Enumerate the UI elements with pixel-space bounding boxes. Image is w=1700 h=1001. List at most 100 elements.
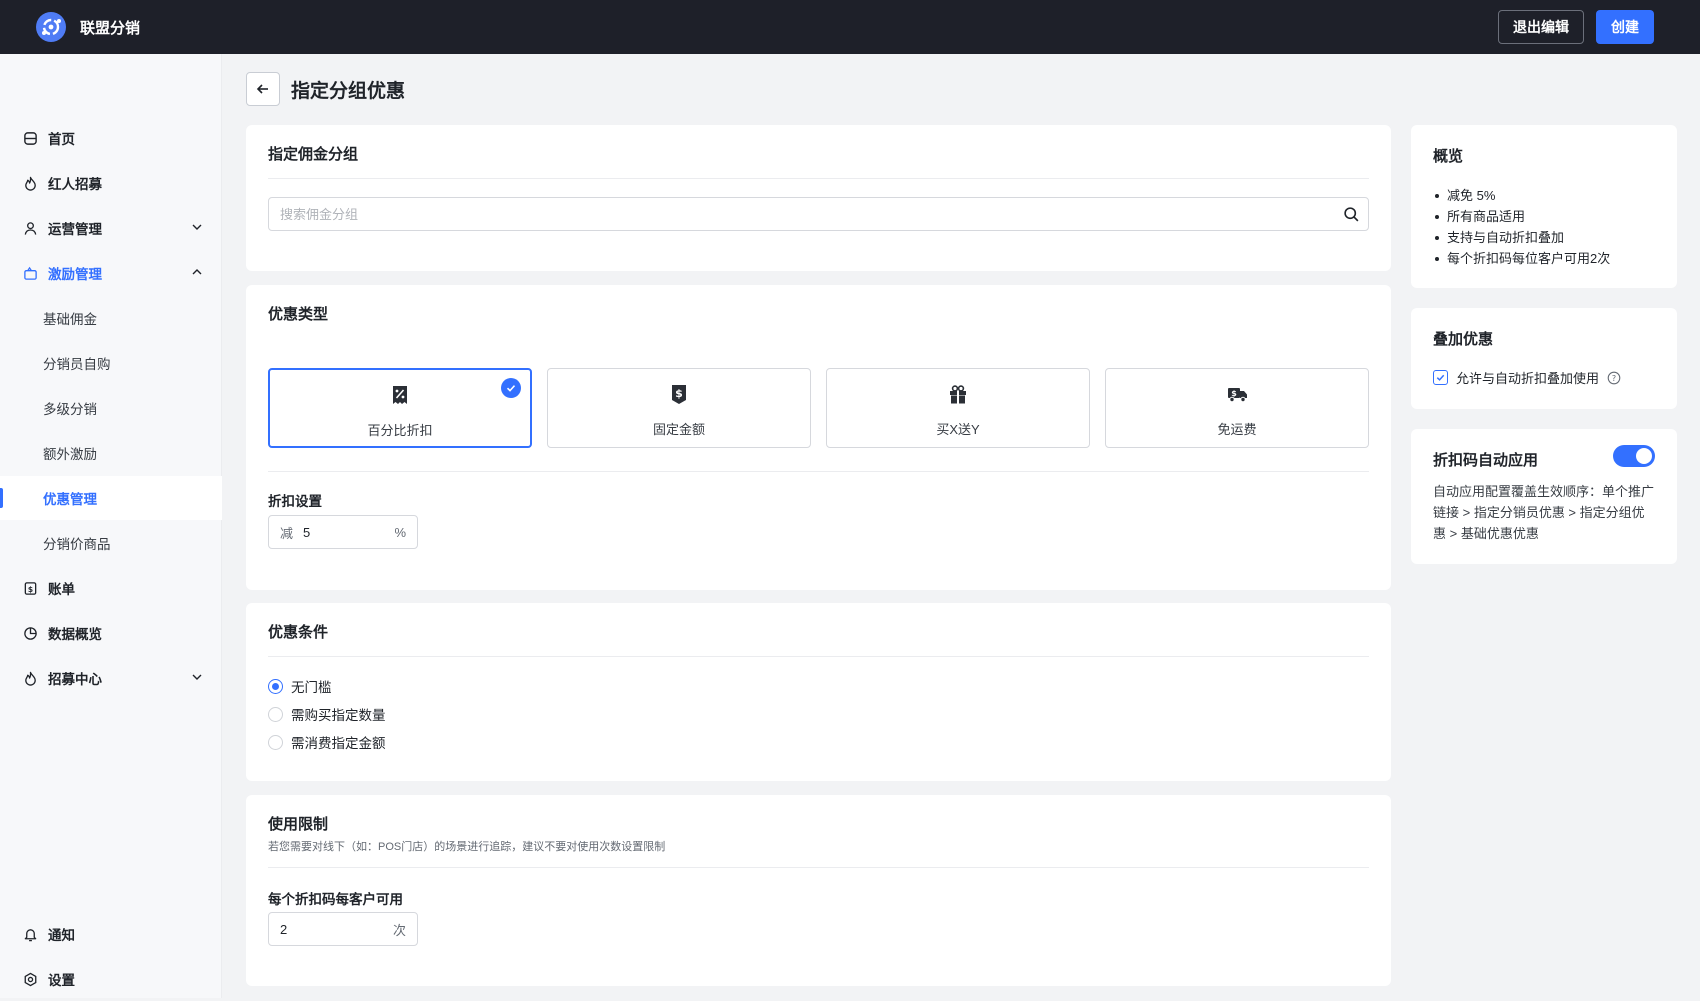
divider [268, 471, 1369, 472]
discount-value: 5 [303, 524, 311, 540]
per-customer-value: 2 [280, 921, 288, 937]
discount-type-buy-x-get-y[interactable]: 买X送Y [826, 368, 1090, 448]
divider [268, 867, 1369, 868]
per-customer-label: 每个折扣码每客户可用 [268, 892, 403, 907]
discount-type-fixed-amount[interactable]: $ 固定金额 [547, 368, 811, 448]
auto-apply-description: 自动应用配置覆盖生效顺序：单个推广链接 > 指定分销员优惠 > 指定分组优惠 >… [1433, 484, 1655, 541]
sidebar-item-settings[interactable]: 设置 [0, 957, 222, 1001]
auto-apply-panel: 折扣码自动应用 自动应用配置覆盖生效顺序：单个推广链接 > 指定分销员优惠 > … [1411, 429, 1677, 564]
help-icon[interactable]: ? [1607, 371, 1621, 385]
sidebar-item-multi-level[interactable]: 多级分销 [0, 386, 222, 430]
chevron-up-icon [192, 269, 202, 275]
percent-tag-icon [393, 386, 407, 404]
per-customer-input[interactable]: 2 次 [268, 912, 418, 946]
flame-icon [22, 175, 38, 191]
gift-icon [950, 385, 966, 404]
discount-type-card: 优惠类型 百分比折扣 $ 固定金额 买X送Y $ 免运费 折扣设置 减 5 % [246, 285, 1391, 590]
overview-panel: 概览 减免 5% 所有商品适用 支持与自动折扣叠加 每个折扣码每位客户可用2次 [1411, 125, 1677, 288]
stack-discount-panel: 叠加优惠 允许与自动折扣叠加使用 ? [1411, 308, 1677, 409]
divider [268, 656, 1369, 657]
dollar-tag-icon: $ [672, 385, 686, 404]
radio-button[interactable] [268, 734, 283, 750]
auto-apply-toggle[interactable] [1613, 445, 1655, 467]
arrow-left-icon [256, 84, 268, 94]
overview-title: 概览 [1433, 148, 1464, 165]
sidebar-item-discount-management[interactable]: 优惠管理 [0, 476, 222, 520]
sidebar-item-base-commission[interactable]: 基础佣金 [0, 296, 222, 340]
usage-limit-hint: 若您需要对线下（如：POS门店）的场景进行追踪，建议不要对使用次数设置限制 [268, 841, 666, 853]
discount-type-label: 百分比折扣 [367, 423, 433, 438]
settings-icon [22, 971, 38, 987]
discount-condition-card: 优惠条件 无门槛 需购买指定数量 需消费指定金额 [246, 603, 1391, 781]
user-icon [22, 220, 38, 236]
condition-min-quantity[interactable]: 需购买指定数量 [268, 704, 386, 724]
brand-name: 联盟分销 [80, 19, 141, 37]
page-title: 指定分组优惠 [291, 80, 406, 102]
stack-discount-checkbox-row[interactable]: 允许与自动折扣叠加使用 ? [1433, 368, 1621, 387]
per-customer-suffix: 次 [392, 922, 406, 938]
discount-type-title: 优惠类型 [268, 306, 329, 323]
commission-group-card: 指定佣金分组 [246, 125, 1391, 271]
pie-chart-icon [22, 625, 38, 641]
sidebar-item-data-overview[interactable]: 数据概览 [0, 611, 222, 655]
auto-apply-title: 折扣码自动应用 [1433, 452, 1539, 469]
divider [268, 178, 1369, 179]
svg-text:?: ? [1612, 374, 1616, 383]
truck-icon: $ [1228, 388, 1247, 403]
search-icon[interactable] [1343, 206, 1360, 223]
sidebar-item-extra-incentive[interactable]: 额外激励 [0, 431, 222, 475]
list-item: 减免 5% [1433, 185, 1610, 206]
sidebar-item-distribution-products[interactable]: 分销价商品 [0, 521, 222, 565]
list-item: 支持与自动折扣叠加 [1433, 227, 1610, 248]
discount-setting-label: 折扣设置 [268, 494, 322, 509]
chevron-down-icon [192, 674, 202, 680]
commission-group-search-input[interactable] [269, 198, 1368, 230]
list-item: 所有商品适用 [1433, 206, 1610, 227]
sidebar-item-recruit-center[interactable]: 招募中心 [0, 656, 222, 700]
discount-type-free-shipping[interactable]: $ 免运费 [1105, 368, 1369, 448]
discount-suffix: % [394, 524, 406, 540]
stack-discount-checkbox[interactable] [1433, 370, 1448, 385]
sidebar-item-bills[interactable]: $ 账单 [0, 566, 222, 610]
commission-group-search [268, 197, 1369, 231]
bill-icon: $ [22, 580, 38, 596]
sidebar-item-incentive[interactable]: 激励管理 [0, 251, 222, 295]
discount-type-label: 固定金额 [652, 422, 705, 437]
condition-min-amount[interactable]: 需消费指定金额 [268, 732, 386, 752]
brand-logo-icon [36, 12, 66, 42]
top-bar: 联盟分销 退出编辑 创建 [0, 0, 1700, 54]
back-button[interactable] [246, 72, 280, 106]
exit-edit-button[interactable]: 退出编辑 [1498, 10, 1584, 44]
svg-text:$: $ [27, 584, 32, 593]
check-icon [501, 378, 521, 398]
commission-group-title: 指定佣金分组 [268, 146, 359, 163]
chevron-down-icon [192, 224, 202, 230]
overview-list: 减免 5% 所有商品适用 支持与自动折扣叠加 每个折扣码每位客户可用2次 [1433, 185, 1610, 269]
discount-prefix: 减 [280, 525, 294, 541]
radio-button[interactable] [268, 706, 283, 722]
check-icon [1436, 374, 1445, 381]
sidebar-item-influencer-recruit[interactable]: 红人招募 [0, 161, 222, 205]
discount-value-input[interactable]: 减 5 % [268, 515, 418, 549]
condition-no-threshold[interactable]: 无门槛 [268, 676, 332, 696]
bell-icon [22, 926, 38, 942]
discount-type-label: 免运费 [1217, 422, 1257, 437]
discount-type-percentage[interactable]: 百分比折扣 [268, 368, 532, 448]
home-icon [22, 130, 38, 146]
list-item: 每个折扣码每位客户可用2次 [1433, 248, 1610, 269]
gift-box-icon [22, 265, 38, 281]
discount-condition-title: 优惠条件 [268, 624, 329, 641]
svg-text:$: $ [675, 387, 683, 400]
sidebar-item-operations[interactable]: 运营管理 [0, 206, 222, 250]
stack-discount-title: 叠加优惠 [1433, 331, 1494, 348]
sidebar-item-self-purchase[interactable]: 分销员自购 [0, 341, 222, 385]
svg-text:$: $ [1231, 389, 1237, 398]
discount-type-label: 买X送Y [936, 422, 980, 437]
sidebar: 首页 红人招募 运营管理 激励管理 基础佣金 分销员自购 多级分销 额外激励 优… [0, 54, 222, 998]
radio-button[interactable] [268, 678, 283, 694]
flame-icon [22, 670, 38, 686]
sidebar-item-notifications[interactable]: 通知 [0, 912, 222, 956]
sidebar-item-home[interactable]: 首页 [0, 116, 222, 160]
page-header: 指定分组优惠 [246, 72, 405, 106]
create-button[interactable]: 创建 [1596, 10, 1654, 44]
